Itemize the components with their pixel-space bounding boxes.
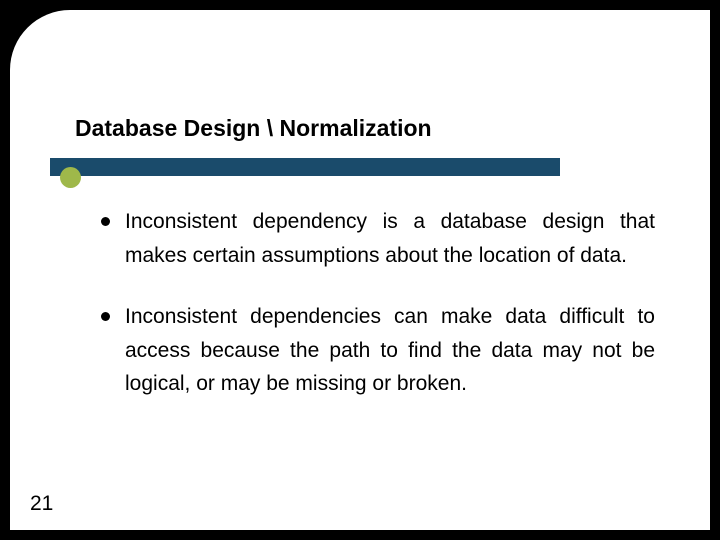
slide-body: Database Design \ Normalization Inconsis… — [10, 10, 710, 530]
slide-title: Database Design \ Normalization — [75, 115, 432, 142]
accent-dot-icon — [60, 167, 81, 188]
page-number: 21 — [30, 492, 53, 516]
title-underline-bar — [50, 158, 560, 176]
slide-frame: Database Design \ Normalization Inconsis… — [0, 0, 720, 540]
bullet-list: Inconsistent dependency is a database de… — [125, 205, 655, 429]
bullet-item: Inconsistent dependency is a database de… — [125, 205, 655, 272]
bullet-item: Inconsistent dependencies can make data … — [125, 300, 655, 401]
